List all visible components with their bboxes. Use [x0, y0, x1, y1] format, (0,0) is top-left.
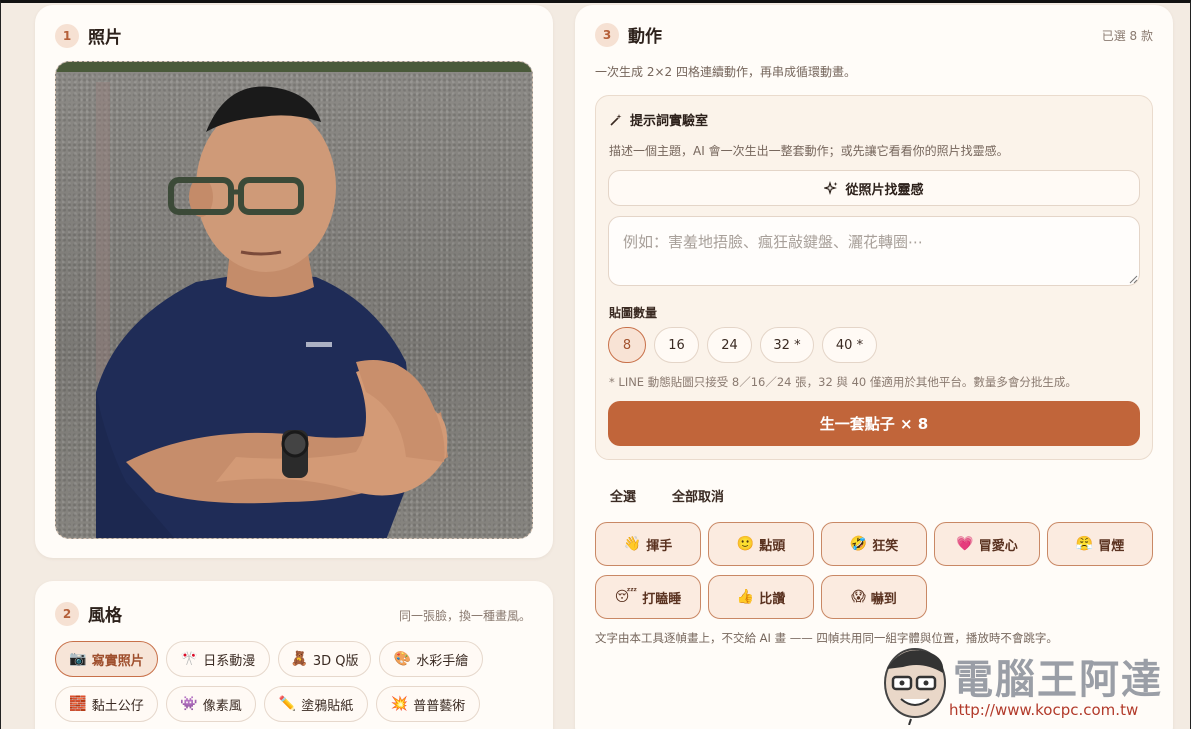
pencil-icon: ✏️ [278, 696, 297, 712]
inspire-from-photo-button[interactable]: 從照片找靈感 [608, 170, 1140, 206]
action-label: 揮手 [646, 538, 673, 554]
style-chip-realistic[interactable]: 📷 寫實照片 [55, 641, 158, 677]
section-title: 動作 [628, 27, 662, 47]
generate-ideas-button[interactable]: 生一套點子 × 8 [608, 401, 1140, 446]
watermark-title: 電腦王阿達 [953, 657, 1163, 703]
step-badge: 2 [55, 601, 79, 626]
chip-label: 普普藝術 [413, 698, 466, 714]
select-all-button[interactable]: 全選 [610, 486, 636, 505]
watermark-url: http://www.kocpc.com.tw [949, 701, 1139, 719]
action-thumbs-up[interactable]: 👍 比讚 [708, 575, 814, 619]
action-label: 冒愛心 [978, 538, 1018, 554]
action-subtitle: 一次生成 2×2 四格連續動作，再串成循環動畫。 [595, 65, 856, 79]
photo-card: 1 照片 [35, 5, 553, 558]
chip-label: 日系動漫 [203, 653, 256, 669]
action-label: 狂笑 [872, 538, 899, 554]
style-chip-doodle[interactable]: ✏️ 塗鴉貼紙 [264, 686, 368, 722]
chip-label: 水彩手繪 [416, 653, 469, 669]
resize-handle-icon[interactable] [1128, 274, 1138, 284]
count-option-32[interactable]: 32 * [760, 327, 814, 363]
style-chip-pop-art[interactable]: 💥 普普藝術 [376, 686, 480, 722]
portrait-image [56, 62, 532, 538]
flags-icon: 🎌 [180, 651, 199, 667]
prompt-lab-description: 描述一個主題，AI 會一次生出一整套動作；或先讓它看看你的照片找靈感。 [609, 144, 1009, 158]
sticker-count-label: 貼圖數量 [609, 306, 658, 320]
action-label: 冒煙 [1098, 538, 1125, 554]
count-option-40[interactable]: 40 * [822, 327, 877, 363]
style-note: 同一張臉，換一種畫風。 [398, 609, 531, 623]
smiling-face-icon: 🙂 [736, 536, 755, 552]
selected-count: 已選 8 款 [1101, 29, 1153, 43]
count-option-16[interactable]: 16 [654, 327, 699, 363]
photo-section-header: 1 照片 [55, 23, 122, 48]
action-hearts[interactable]: 💗 冒愛心 [934, 522, 1040, 566]
style-card: 2 風格 同一張臉，換一種畫風。 📷 寫實照片 🎌 日系動漫 🧸 3D Q版 🎨… [35, 581, 553, 729]
step-badge: 3 [595, 22, 619, 47]
action-card: 3 動作 已選 8 款 一次生成 2×2 四格連續動作，再串成循環動畫。 提示詞… [575, 5, 1173, 729]
alien-monster-icon: 👾 [180, 696, 198, 712]
magic-wand-icon [610, 113, 622, 126]
count-option-8[interactable]: 8 [608, 327, 646, 363]
chip-label: 塗鴉貼紙 [301, 698, 354, 714]
sleeping-face-icon: 😴 [614, 589, 638, 605]
camera-icon: 📷 [69, 651, 87, 667]
uploaded-photo[interactable] [55, 61, 533, 539]
prompt-lab-header: 提示詞實驗室 [609, 110, 708, 129]
action-laugh[interactable]: 🤣 狂笑 [821, 522, 927, 566]
action-label: 打瞌睡 [642, 591, 682, 607]
brick-icon: 🧱 [69, 696, 87, 712]
style-section-header: 2 風格 [55, 601, 122, 626]
section-title: 風格 [88, 606, 122, 626]
action-fume[interactable]: 😤 冒煙 [1047, 522, 1153, 566]
mascot-logo-icon [884, 648, 946, 726]
step-badge: 1 [55, 23, 79, 48]
action-label: 比讚 [759, 591, 786, 607]
action-nod[interactable]: 🙂 點頭 [708, 522, 814, 566]
watermark: 電腦王阿達 http://www.kocpc.com.tw [873, 639, 1183, 729]
inspire-button-label: 從照片找靈感 [845, 182, 924, 198]
sticker-count-note: * LINE 動態貼圖只接受 8／16／24 張，32 與 40 僅適用於其他平… [609, 375, 1077, 389]
pink-heart-icon: 💗 [956, 536, 974, 552]
chip-label: 寫實照片 [91, 653, 144, 669]
waving-hand-icon: 👋 [623, 536, 642, 552]
chip-label: 3D Q版 [312, 653, 359, 669]
style-chip-pixel[interactable]: 👾 像素風 [166, 686, 256, 722]
rofl-face-icon: 🤣 [849, 536, 868, 552]
screaming-face-icon: 😱 [851, 589, 866, 605]
action-doze[interactable]: 😴 打瞌睡 [595, 575, 701, 619]
prompt-lab-panel: 提示詞實驗室 描述一個主題，AI 會一次生出一整套動作；或先讓它看看你的照片找靈… [595, 95, 1153, 460]
count-option-24[interactable]: 24 [707, 327, 752, 363]
style-chip-watercolor[interactable]: 🎨 水彩手繪 [379, 641, 483, 677]
teddy-bear-icon: 🧸 [290, 651, 308, 667]
style-chip-anime[interactable]: 🎌 日系動漫 [166, 641, 270, 677]
chip-label: 像素風 [202, 698, 242, 714]
style-chip-clay[interactable]: 🧱 黏土公仔 [55, 686, 158, 722]
sparkles-icon [824, 180, 838, 195]
prompt-lab-title: 提示詞實驗室 [630, 114, 709, 129]
action-label: 點頭 [759, 538, 786, 554]
palette-icon: 🎨 [393, 651, 412, 667]
chip-label: 黏土公仔 [91, 698, 144, 714]
collision-icon: 💥 [390, 696, 409, 712]
action-section-header: 3 動作 [595, 22, 662, 47]
thumbs-up-icon: 👍 [736, 589, 755, 605]
style-chip-3d-chibi[interactable]: 🧸 3D Q版 [278, 641, 371, 677]
action-wave[interactable]: 👋 揮手 [595, 522, 701, 566]
action-label: 嚇到 [870, 591, 897, 607]
deselect-all-button[interactable]: 全部取消 [672, 486, 724, 505]
steam-face-icon: 😤 [1075, 536, 1094, 552]
section-title: 照片 [88, 28, 122, 48]
theme-prompt-input[interactable] [608, 216, 1140, 286]
action-scared[interactable]: 😱 嚇到 [821, 575, 927, 619]
